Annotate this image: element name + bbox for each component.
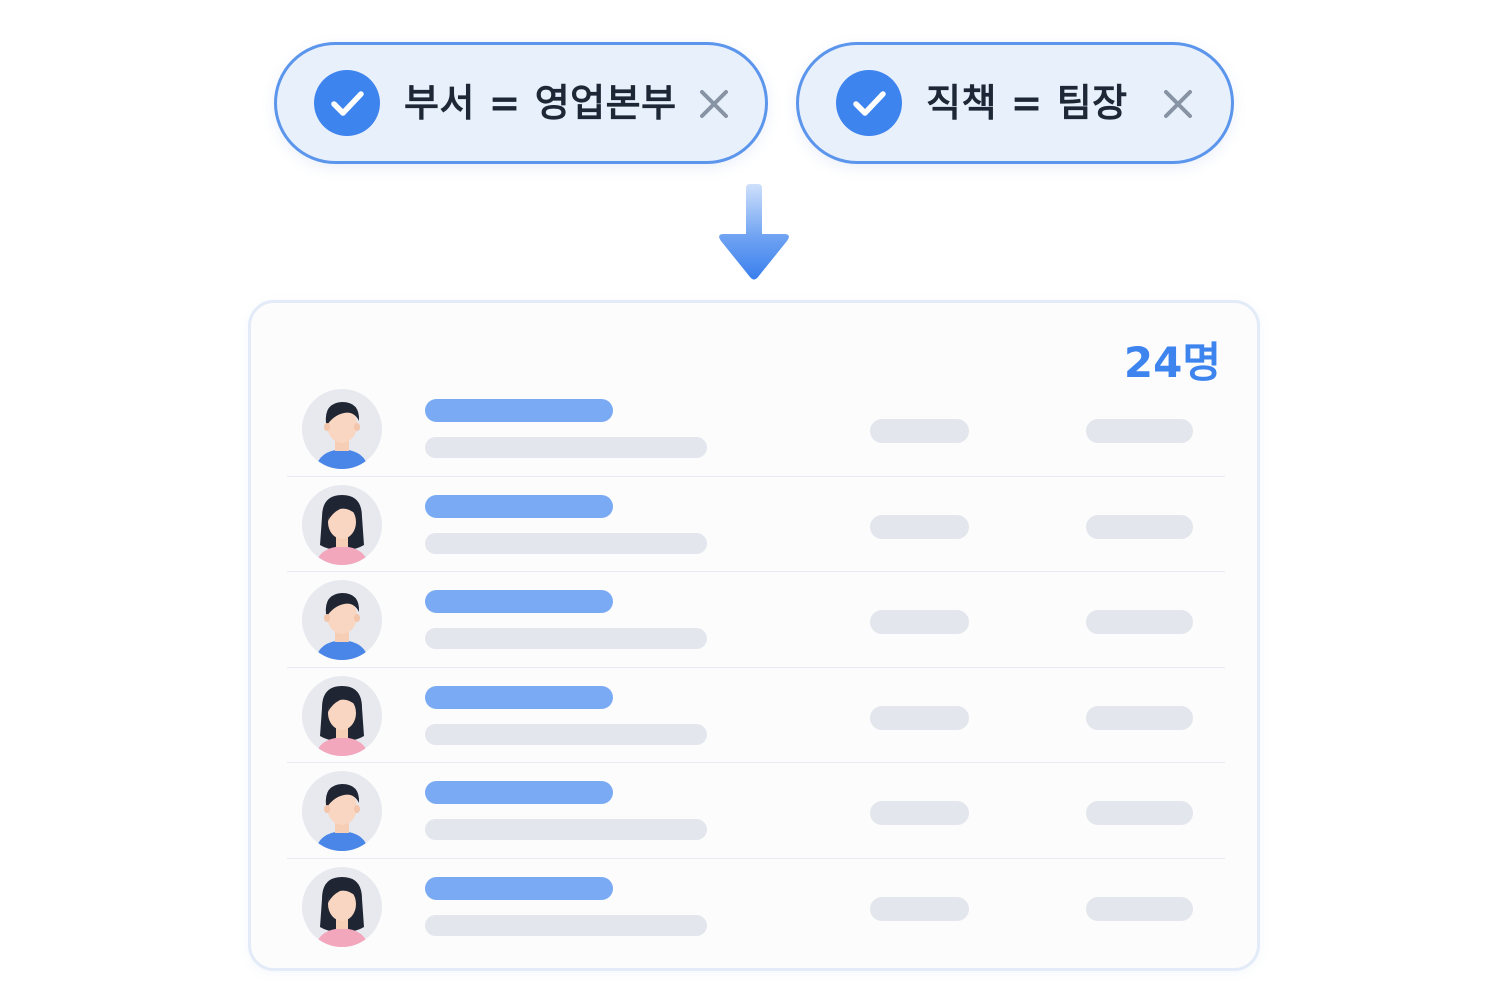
male-avatar-icon bbox=[302, 771, 382, 851]
male-avatar-icon bbox=[302, 389, 382, 469]
detail-placeholder bbox=[425, 437, 707, 458]
list-item[interactable] bbox=[287, 763, 1225, 859]
filter-result-illustration: 부서 = 영업본부 직책 = 팀장 24명 bbox=[0, 0, 1500, 1000]
filter-chip-department[interactable]: 부서 = 영업본부 bbox=[274, 42, 768, 164]
name-placeholder bbox=[425, 494, 613, 518]
column-placeholder bbox=[1086, 610, 1193, 634]
detail-placeholder bbox=[425, 628, 707, 649]
column-placeholder bbox=[870, 705, 969, 730]
results-card: 24명 bbox=[248, 300, 1260, 971]
column-placeholder bbox=[870, 514, 969, 539]
name-placeholder bbox=[425, 685, 613, 709]
column-placeholder bbox=[1086, 705, 1193, 730]
filter-chip-label: 부서 = 영업본부 bbox=[404, 81, 677, 125]
female-avatar-icon bbox=[302, 675, 382, 756]
filter-chip-position[interactable]: 직책 = 팀장 bbox=[796, 42, 1234, 164]
column-placeholder bbox=[870, 801, 969, 825]
female-avatar-icon bbox=[302, 866, 382, 947]
list-item[interactable] bbox=[287, 477, 1225, 572]
list-item[interactable] bbox=[287, 572, 1225, 668]
column-placeholder bbox=[1086, 896, 1193, 921]
column-placeholder bbox=[870, 610, 969, 634]
detail-placeholder bbox=[425, 532, 707, 554]
arrow-down-icon bbox=[710, 182, 798, 286]
check-icon bbox=[314, 70, 380, 136]
close-icon[interactable] bbox=[699, 89, 729, 119]
list-item[interactable] bbox=[287, 668, 1225, 763]
filter-chip-label: 직책 = 팀장 bbox=[926, 81, 1128, 125]
check-icon bbox=[836, 70, 902, 136]
detail-placeholder bbox=[425, 723, 707, 745]
column-placeholder bbox=[1086, 419, 1193, 443]
column-placeholder bbox=[870, 896, 969, 921]
male-avatar-icon bbox=[302, 580, 382, 660]
name-placeholder bbox=[425, 399, 613, 422]
column-placeholder bbox=[1086, 801, 1193, 825]
column-placeholder bbox=[870, 419, 969, 443]
female-avatar-icon bbox=[302, 484, 382, 565]
name-placeholder bbox=[425, 781, 613, 804]
employee-list bbox=[287, 381, 1225, 954]
detail-placeholder bbox=[425, 914, 707, 936]
detail-placeholder bbox=[425, 819, 707, 840]
column-placeholder bbox=[1086, 514, 1193, 539]
list-item[interactable] bbox=[287, 381, 1225, 477]
close-icon[interactable] bbox=[1163, 89, 1193, 119]
name-placeholder bbox=[425, 590, 613, 613]
name-placeholder bbox=[425, 876, 613, 900]
list-item[interactable] bbox=[287, 859, 1225, 955]
